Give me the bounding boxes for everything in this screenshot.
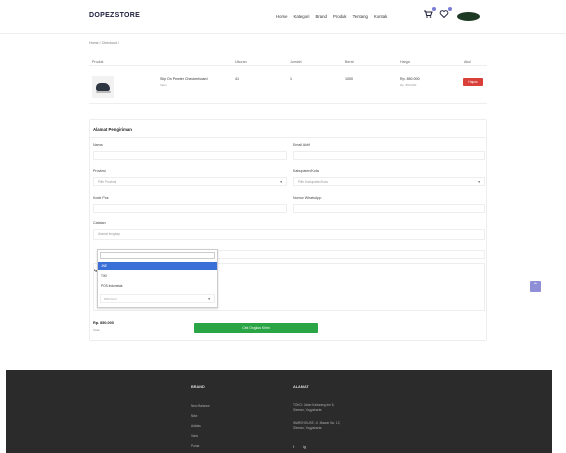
check-shipping-button[interactable]: Cek Ongkos Kirim: [194, 323, 318, 333]
city-placeholder: Pilih Kabupaten/Kota: [298, 180, 328, 184]
footer-brand-title: BRAND: [191, 385, 205, 389]
nav-tentang[interactable]: Tentang: [353, 14, 368, 19]
total-label: Total: [93, 328, 100, 332]
col-jumlah: Jumlah: [290, 60, 302, 64]
scroll-top-button[interactable]: ⌃: [530, 281, 541, 292]
address-field[interactable]: Alamat lengkap: [93, 229, 485, 240]
cart-table-header: Produk Ukuran Jumlah Berat Harga Aksi: [89, 58, 487, 66]
whatsapp-label: Nomor WhatsApp: [293, 196, 322, 200]
nav-kontak[interactable]: Kontak: [374, 14, 387, 19]
address-placeholder: Alamat lengkap: [98, 232, 120, 236]
col-aksi: Aksi: [464, 60, 471, 64]
footer-address-line: Sleman, Yogyakarta: [293, 408, 322, 412]
main-nav: Home Kategori Brand Produk Tentang Konta…: [276, 14, 387, 19]
footer-link[interactable]: Vans: [191, 434, 198, 438]
divider: [90, 137, 486, 138]
col-produk: Produk: [92, 60, 104, 64]
name-label: Nama: [93, 143, 103, 147]
col-harga: Harga: [400, 60, 410, 64]
courier-service-field[interactable]: [183, 250, 485, 259]
footer-link[interactable]: Puma: [191, 444, 199, 448]
brand-logo[interactable]: DOPEZSTORE: [89, 12, 140, 19]
footer: BRAND New Balance Nike Adidas Vans Puma …: [6, 370, 552, 453]
footer-link[interactable]: Adidas: [191, 424, 201, 428]
chevron-down-icon: ▾: [280, 180, 282, 184]
col-berat: Berat: [345, 60, 354, 64]
delete-button[interactable]: Hapus: [463, 78, 483, 86]
province-select[interactable]: Pilih Provinsi ▾: [93, 177, 287, 186]
wishlist-badge: [448, 7, 452, 11]
province-placeholder: Pilih Provinsi: [98, 180, 117, 184]
city-select[interactable]: Pilih Kabupaten/Kota ▾: [293, 177, 485, 186]
courier-placeholder: Pilih Kurir: [104, 297, 117, 301]
product-qty: 1: [290, 77, 292, 81]
address-label: Catatan: [93, 221, 106, 225]
form-title: Alamat Pengiriman: [93, 127, 132, 132]
email-field[interactable]: [293, 151, 485, 160]
dropdown-option[interactable]: TIKI: [98, 272, 217, 280]
courier-dropdown: JNE TIKI POS Indonesia Pilih Kurir ▾: [97, 249, 218, 308]
province-label: Provinsi: [93, 169, 106, 173]
product-name[interactable]: Slip On Pewter Checkerboard: [160, 77, 208, 81]
avatar[interactable]: [457, 12, 480, 21]
email-label: Email Aktif: [293, 143, 310, 147]
checkout-page: DOPEZSTORE Home Kategori Brand Produk Te…: [0, 0, 566, 453]
dropdown-option[interactable]: JNE: [98, 262, 217, 270]
facebook-icon[interactable]: f: [293, 444, 294, 449]
chevron-down-icon: ▾: [478, 180, 480, 184]
footer-link[interactable]: New Balance: [191, 404, 210, 408]
total-amount: Rp. 850.000: [93, 321, 114, 325]
chevron-down-icon: ▾: [208, 297, 210, 301]
postal-field[interactable]: [93, 204, 287, 213]
product-size: 41: [235, 77, 239, 81]
breadcrumb[interactable]: Home / Checkout /: [89, 41, 119, 45]
footer-address-line: Sleman, Yogyakarta: [293, 426, 322, 430]
dropdown-option[interactable]: POS Indonesia: [98, 282, 217, 290]
product-price-sub: Rp. 850.000: [400, 83, 417, 87]
whatsapp-field[interactable]: [293, 204, 485, 213]
product-weight: 1000: [345, 77, 353, 81]
shoe-image: [96, 83, 111, 93]
footer-address-title: ALAMAT: [293, 385, 309, 389]
dropdown-search-input[interactable]: [100, 252, 215, 259]
product-image[interactable]: [92, 76, 114, 98]
heart-icon[interactable]: [439, 7, 452, 19]
nav-kategori[interactable]: Kategori: [293, 14, 309, 19]
nav-brand[interactable]: Brand: [315, 14, 326, 19]
product-price: Rp. 850.000: [400, 77, 420, 81]
nav-home[interactable]: Home: [276, 14, 287, 19]
city-label: Kabupaten/Kota: [293, 169, 319, 173]
name-field[interactable]: [93, 151, 287, 160]
col-ukuran: Ukuran: [235, 60, 247, 64]
postal-label: Kode Pos: [93, 196, 109, 200]
courier-select[interactable]: Pilih Kurir ▾: [100, 294, 215, 303]
product-brand: Vans: [160, 83, 167, 87]
footer-link[interactable]: Nike: [191, 414, 197, 418]
header: DOPEZSTORE Home Kategori Brand Produk Te…: [0, 0, 566, 34]
cart-icon[interactable]: [423, 7, 436, 19]
instagram-icon[interactable]: ig: [303, 444, 306, 449]
chevron-up-icon: ⌃: [532, 283, 539, 289]
nav-produk[interactable]: Produk: [333, 14, 347, 19]
cart-badge: [432, 7, 436, 11]
table-row: Slip On Pewter Checkerboard Vans 41 1 10…: [89, 72, 487, 104]
